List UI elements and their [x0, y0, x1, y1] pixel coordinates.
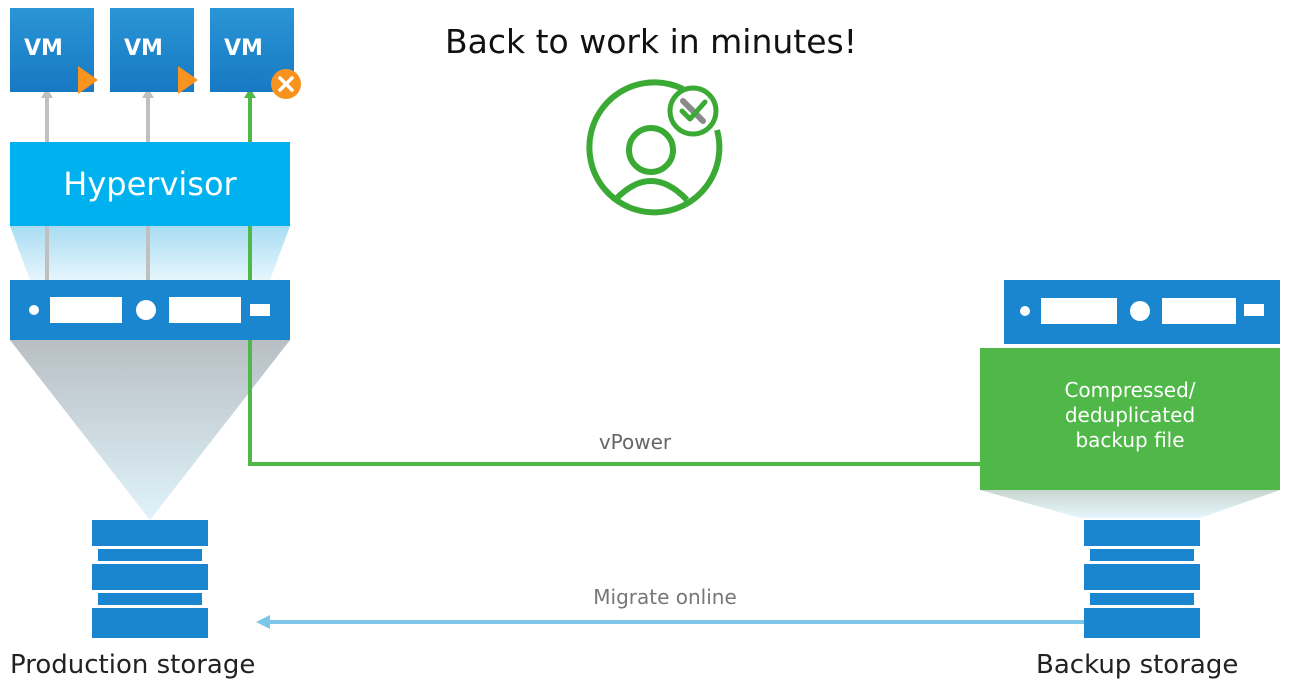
migrate-online-label: Migrate online — [593, 585, 737, 609]
production-storage-label: Production storage — [10, 650, 256, 680]
vm-label: VM — [24, 36, 63, 61]
migrate-arrow — [256, 615, 1084, 629]
backup-storage-label: Backup storage — [1036, 650, 1239, 680]
backup-file-line: Compressed/ — [1064, 378, 1196, 402]
production-server-icon — [10, 280, 290, 340]
vpower-label: vPower — [598, 430, 672, 454]
hypervisor-label: Hypervisor — [63, 165, 237, 203]
page-title: Back to work in minutes! — [445, 22, 857, 61]
vpower-path — [244, 88, 990, 466]
backup-beam — [980, 490, 1280, 518]
vm-label: VM — [224, 36, 263, 61]
production-storage-icon — [92, 520, 208, 638]
error-badge-icon — [271, 69, 301, 99]
backup-file-line: deduplicated — [1064, 403, 1196, 427]
backup-file-label: Compressed/ deduplicated backup file — [980, 378, 1280, 453]
backup-file-line: backup file — [1075, 428, 1185, 452]
backup-storage-icon — [1084, 520, 1200, 638]
diagram-canvas — [10, 8, 1280, 638]
user-restore-icon — [586, 79, 723, 216]
vm-label: VM — [124, 36, 163, 61]
backup-server-icon — [1004, 280, 1280, 344]
